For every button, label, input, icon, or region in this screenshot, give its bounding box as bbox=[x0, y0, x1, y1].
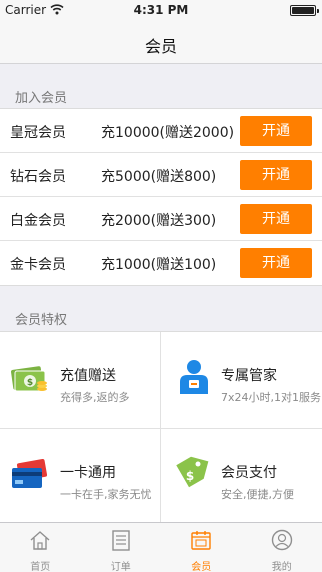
price-tag-icon: $ bbox=[176, 456, 209, 488]
membership-price: 充2000(赠送300) bbox=[101, 213, 217, 229]
membership-price: 充1000(赠送100) bbox=[101, 257, 217, 273]
home-icon bbox=[30, 531, 50, 550]
membership-row-platinum: 白金会员 充2000(赠送300) 开通 bbox=[0, 197, 322, 241]
benefits-section-title: 会员特权 bbox=[15, 313, 68, 328]
calendar-icon bbox=[191, 531, 211, 550]
tab-member[interactable]: 会员 bbox=[161, 523, 242, 572]
tab-bar: 首页 订单 会员 我的 bbox=[0, 522, 322, 572]
page-title: 会员 bbox=[144, 37, 177, 56]
benefit-member-payment[interactable]: $ 会员支付 安全,便捷,方便 bbox=[161, 429, 322, 524]
cash-icon: $ bbox=[11, 366, 47, 392]
tab-home[interactable]: 首页 bbox=[0, 523, 81, 572]
open-crown-button[interactable]: 开通 bbox=[240, 116, 312, 146]
svg-text:$: $ bbox=[27, 378, 33, 388]
status-time: 4:31 PM bbox=[133, 3, 189, 17]
membership-row-gold: 金卡会员 充1000(赠送100) 开通 bbox=[0, 241, 322, 285]
card-icon bbox=[12, 459, 48, 488]
battery-icon bbox=[290, 5, 319, 16]
nav-bar: 会员 bbox=[0, 20, 322, 64]
benefit-title: 充值赠送 bbox=[60, 368, 116, 384]
benefit-dedicated-butler[interactable]: 专属管家 7x24小时,1对1服务 bbox=[161, 332, 322, 427]
benefit-desc: 一卡在手,家务无忧 bbox=[60, 488, 152, 501]
benefit-desc: 7x24小时,1对1服务 bbox=[221, 391, 321, 404]
membership-name: 白金会员 bbox=[10, 213, 66, 229]
membership-name: 皇冠会员 bbox=[10, 125, 66, 141]
tab-label: 我的 bbox=[271, 562, 292, 572]
open-platinum-button[interactable]: 开通 bbox=[240, 204, 312, 234]
membership-list: 皇冠会员 充10000(赠送2000) 开通 钻石会员 充5000(赠送800)… bbox=[0, 108, 322, 286]
membership-row-crown: 皇冠会员 充10000(赠送2000) 开通 bbox=[0, 109, 322, 153]
status-bar: Carrier 4:31 PM bbox=[0, 0, 322, 20]
benefit-title: 一卡通用 bbox=[60, 465, 116, 481]
tab-mine[interactable]: 我的 bbox=[242, 523, 322, 572]
membership-price: 充10000(赠送2000) bbox=[101, 125, 235, 141]
benefit-desc: 充得多,返的多 bbox=[60, 391, 130, 404]
svg-text:$: $ bbox=[186, 469, 194, 483]
tab-orders[interactable]: 订单 bbox=[81, 523, 162, 572]
benefit-title: 专属管家 bbox=[221, 368, 277, 384]
tab-label: 订单 bbox=[110, 562, 131, 572]
membership-row-diamond: 钻石会员 充5000(赠送800) 开通 bbox=[0, 153, 322, 197]
orders-icon bbox=[111, 530, 130, 551]
membership-price: 充5000(赠送800) bbox=[101, 169, 217, 185]
membership-name: 金卡会员 bbox=[10, 257, 66, 273]
membership-name: 钻石会员 bbox=[10, 169, 66, 185]
tab-label: 首页 bbox=[30, 562, 51, 572]
butler-icon bbox=[180, 360, 208, 394]
open-gold-button[interactable]: 开通 bbox=[240, 248, 312, 278]
tab-label: 会员 bbox=[191, 562, 212, 572]
join-section-title: 加入会员 bbox=[15, 91, 68, 106]
benefit-recharge-bonus[interactable]: $ 充值赠送 充得多,返的多 bbox=[0, 332, 161, 427]
benefit-desc: 安全,便捷,方便 bbox=[221, 488, 294, 501]
profile-icon bbox=[271, 529, 292, 551]
open-diamond-button[interactable]: 开通 bbox=[240, 160, 312, 190]
benefit-one-card[interactable]: 一卡通用 一卡在手,家务无忧 bbox=[0, 429, 161, 524]
benefit-title: 会员支付 bbox=[221, 465, 277, 481]
benefits-grid: $ 充值赠送 充得多,返的多 专属管家 7x24小时,1对1服务 一卡通用 一卡… bbox=[0, 331, 322, 524]
